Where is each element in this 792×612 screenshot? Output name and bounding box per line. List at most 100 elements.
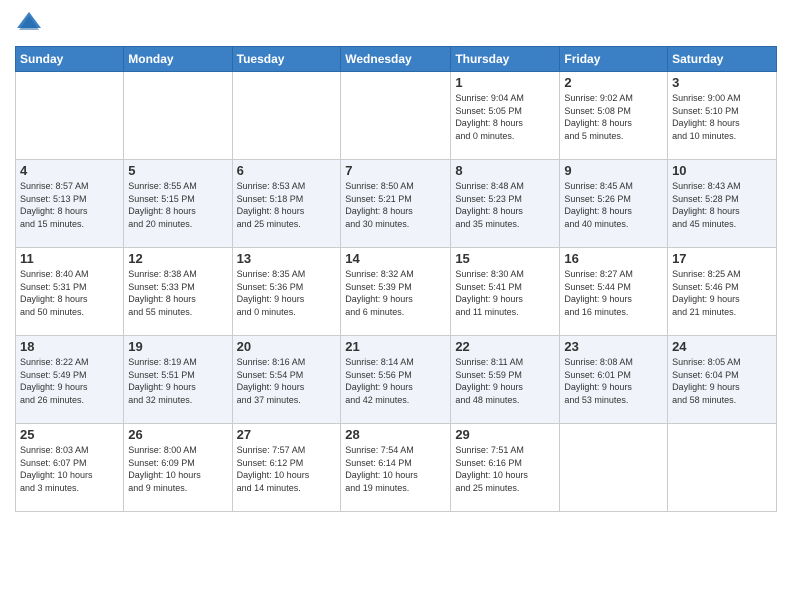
calendar-cell: 28Sunrise: 7:54 AM Sunset: 6:14 PM Dayli… xyxy=(341,424,451,512)
calendar-week-row: 1 Sunrise: 9:04 AM Sunset: 5:05 PM Daylig… xyxy=(16,72,777,160)
day-info: Sunrise: 8:40 AM Sunset: 5:31 PM Dayligh… xyxy=(20,268,119,318)
day-info: Sunrise: 7:51 AM Sunset: 6:16 PM Dayligh… xyxy=(455,444,555,494)
day-number: 8 xyxy=(455,163,555,178)
calendar-week-row: 18Sunrise: 8:22 AM Sunset: 5:49 PM Dayli… xyxy=(16,336,777,424)
calendar-cell: 6Sunrise: 8:53 AM Sunset: 5:18 PM Daylig… xyxy=(232,160,341,248)
day-number: 24 xyxy=(672,339,772,354)
day-number: 19 xyxy=(128,339,227,354)
calendar-table: SundayMondayTuesdayWednesdayThursdayFrid… xyxy=(15,46,777,512)
calendar-cell: 29 Sunrise: 7:51 AM Sunset: 6:16 PM Dayli… xyxy=(451,424,560,512)
day-number: 29 xyxy=(455,427,555,442)
day-number: 12 xyxy=(128,251,227,266)
calendar-cell: 26 Sunrise: 8:00 AM Sunset: 6:09 PM Dayli… xyxy=(124,424,232,512)
calendar-week-row: 11 Sunrise: 8:40 AM Sunset: 5:31 PM Dayli… xyxy=(16,248,777,336)
day-info: Sunrise: 8:35 AM Sunset: 5:36 PM Dayligh… xyxy=(237,268,337,318)
day-info: Sunrise: 8:00 AM Sunset: 6:09 PM Dayligh… xyxy=(128,444,227,494)
day-info: Sunrise: 8:43 AM Sunset: 5:28 PM Dayligh… xyxy=(672,180,772,230)
day-info: Sunrise: 7:54 AM Sunset: 6:14 PM Dayligh… xyxy=(345,444,446,494)
day-number: 1 xyxy=(455,75,555,90)
day-number: 9 xyxy=(564,163,663,178)
calendar-cell: 10 Sunrise: 8:43 AM Sunset: 5:28 PM Dayli… xyxy=(668,160,777,248)
day-number: 27 xyxy=(237,427,337,442)
calendar-header-row: SundayMondayTuesdayWednesdayThursdayFrid… xyxy=(16,47,777,72)
day-info: Sunrise: 8:55 AM Sunset: 5:15 PM Dayligh… xyxy=(128,180,227,230)
calendar-header-tuesday: Tuesday xyxy=(232,47,341,72)
calendar-week-row: 25 Sunrise: 8:03 AM Sunset: 6:07 PM Dayli… xyxy=(16,424,777,512)
day-number: 21 xyxy=(345,339,446,354)
calendar-header-thursday: Thursday xyxy=(451,47,560,72)
day-info: Sunrise: 8:19 AM Sunset: 5:51 PM Dayligh… xyxy=(128,356,227,406)
day-info: Sunrise: 8:27 AM Sunset: 5:44 PM Dayligh… xyxy=(564,268,663,318)
day-number: 14 xyxy=(345,251,446,266)
calendar-header-friday: Friday xyxy=(560,47,668,72)
day-info: Sunrise: 8:50 AM Sunset: 5:21 PM Dayligh… xyxy=(345,180,446,230)
day-info: Sunrise: 8:05 AM Sunset: 6:04 PM Dayligh… xyxy=(672,356,772,406)
logo xyxy=(15,10,47,38)
calendar-header-sunday: Sunday xyxy=(16,47,124,72)
day-number: 2 xyxy=(564,75,663,90)
day-info: Sunrise: 9:04 AM Sunset: 5:05 PM Dayligh… xyxy=(455,92,555,142)
calendar-cell: 22Sunrise: 8:11 AM Sunset: 5:59 PM Dayli… xyxy=(451,336,560,424)
calendar-header-wednesday: Wednesday xyxy=(341,47,451,72)
day-info: Sunrise: 8:38 AM Sunset: 5:33 PM Dayligh… xyxy=(128,268,227,318)
calendar-cell: 5 Sunrise: 8:55 AM Sunset: 5:15 PM Daylig… xyxy=(124,160,232,248)
calendar-cell xyxy=(560,424,668,512)
calendar-cell: 13 Sunrise: 8:35 AM Sunset: 5:36 PM Dayli… xyxy=(232,248,341,336)
day-number: 3 xyxy=(672,75,772,90)
day-info: Sunrise: 8:30 AM Sunset: 5:41 PM Dayligh… xyxy=(455,268,555,318)
day-number: 4 xyxy=(20,163,119,178)
day-number: 6 xyxy=(237,163,337,178)
page-header xyxy=(15,10,777,38)
calendar-cell xyxy=(341,72,451,160)
calendar-header-monday: Monday xyxy=(124,47,232,72)
calendar-cell: 9 Sunrise: 8:45 AM Sunset: 5:26 PM Daylig… xyxy=(560,160,668,248)
calendar-cell: 15 Sunrise: 8:30 AM Sunset: 5:41 PM Dayli… xyxy=(451,248,560,336)
day-info: Sunrise: 8:08 AM Sunset: 6:01 PM Dayligh… xyxy=(564,356,663,406)
calendar-cell: 23 Sunrise: 8:08 AM Sunset: 6:01 PM Dayli… xyxy=(560,336,668,424)
calendar-cell: 4 Sunrise: 8:57 AM Sunset: 5:13 PM Daylig… xyxy=(16,160,124,248)
day-info: Sunrise: 7:57 AM Sunset: 6:12 PM Dayligh… xyxy=(237,444,337,494)
day-number: 26 xyxy=(128,427,227,442)
calendar-cell: 18Sunrise: 8:22 AM Sunset: 5:49 PM Dayli… xyxy=(16,336,124,424)
calendar-cell xyxy=(124,72,232,160)
day-info: Sunrise: 9:02 AM Sunset: 5:08 PM Dayligh… xyxy=(564,92,663,142)
calendar-cell: 8 Sunrise: 8:48 AM Sunset: 5:23 PM Daylig… xyxy=(451,160,560,248)
calendar-cell: 19 Sunrise: 8:19 AM Sunset: 5:51 PM Dayli… xyxy=(124,336,232,424)
day-number: 11 xyxy=(20,251,119,266)
day-number: 18 xyxy=(20,339,119,354)
calendar-cell: 2 Sunrise: 9:02 AM Sunset: 5:08 PM Daylig… xyxy=(560,72,668,160)
day-info: Sunrise: 8:25 AM Sunset: 5:46 PM Dayligh… xyxy=(672,268,772,318)
day-info: Sunrise: 8:45 AM Sunset: 5:26 PM Dayligh… xyxy=(564,180,663,230)
day-number: 7 xyxy=(345,163,446,178)
calendar-cell xyxy=(668,424,777,512)
day-number: 25 xyxy=(20,427,119,442)
day-info: Sunrise: 8:32 AM Sunset: 5:39 PM Dayligh… xyxy=(345,268,446,318)
calendar-header-saturday: Saturday xyxy=(668,47,777,72)
day-number: 13 xyxy=(237,251,337,266)
day-number: 23 xyxy=(564,339,663,354)
day-number: 5 xyxy=(128,163,227,178)
day-info: Sunrise: 8:11 AM Sunset: 5:59 PM Dayligh… xyxy=(455,356,555,406)
calendar-cell xyxy=(232,72,341,160)
day-number: 10 xyxy=(672,163,772,178)
calendar-cell: 20Sunrise: 8:16 AM Sunset: 5:54 PM Dayli… xyxy=(232,336,341,424)
calendar-cell: 7 Sunrise: 8:50 AM Sunset: 5:21 PM Daylig… xyxy=(341,160,451,248)
day-info: Sunrise: 9:00 AM Sunset: 5:10 PM Dayligh… xyxy=(672,92,772,142)
calendar-cell: 21 Sunrise: 8:14 AM Sunset: 5:56 PM Dayli… xyxy=(341,336,451,424)
calendar-cell xyxy=(16,72,124,160)
calendar-cell: 25 Sunrise: 8:03 AM Sunset: 6:07 PM Dayli… xyxy=(16,424,124,512)
day-info: Sunrise: 8:14 AM Sunset: 5:56 PM Dayligh… xyxy=(345,356,446,406)
calendar-cell: 12 Sunrise: 8:38 AM Sunset: 5:33 PM Dayli… xyxy=(124,248,232,336)
day-info: Sunrise: 8:48 AM Sunset: 5:23 PM Dayligh… xyxy=(455,180,555,230)
day-info: Sunrise: 8:57 AM Sunset: 5:13 PM Dayligh… xyxy=(20,180,119,230)
calendar-week-row: 4 Sunrise: 8:57 AM Sunset: 5:13 PM Daylig… xyxy=(16,160,777,248)
calendar-cell: 14 Sunrise: 8:32 AM Sunset: 5:39 PM Dayli… xyxy=(341,248,451,336)
calendar-cell: 11 Sunrise: 8:40 AM Sunset: 5:31 PM Dayli… xyxy=(16,248,124,336)
calendar-cell: 24 Sunrise: 8:05 AM Sunset: 6:04 PM Dayli… xyxy=(668,336,777,424)
day-number: 15 xyxy=(455,251,555,266)
day-info: Sunrise: 8:03 AM Sunset: 6:07 PM Dayligh… xyxy=(20,444,119,494)
calendar-cell: 3 Sunrise: 9:00 AM Sunset: 5:10 PM Daylig… xyxy=(668,72,777,160)
calendar-cell: 16Sunrise: 8:27 AM Sunset: 5:44 PM Dayli… xyxy=(560,248,668,336)
logo-icon xyxy=(15,10,43,38)
calendar-cell: 1 Sunrise: 9:04 AM Sunset: 5:05 PM Daylig… xyxy=(451,72,560,160)
